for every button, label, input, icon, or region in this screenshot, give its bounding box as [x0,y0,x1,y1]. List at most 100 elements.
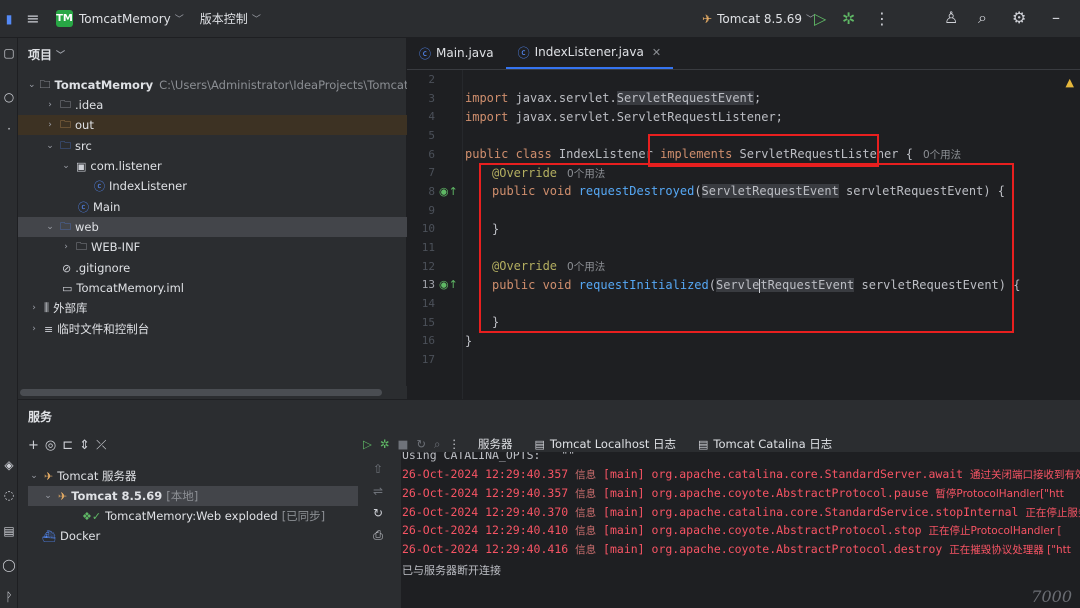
search-icon[interactable]: ⌕ [434,437,440,452]
tree-item-label: TomcatMemory.iml [76,281,184,295]
more-actions-icon[interactable]: ⋮ [874,9,890,28]
show-icon[interactable]: ◎ [45,438,62,453]
chevron-down-icon[interactable]: ⌄ [28,80,36,90]
chevron-down-icon[interactable]: ⌄ [44,222,56,232]
terminal-tool-icon[interactable]: ▤ [0,524,18,538]
tree-item-main[interactable]: ⓒ Main [18,197,407,217]
console-side-tools: ⇧ ⇌ ↻ ⎙ [368,462,388,550]
chevron-down-icon[interactable]: ⌄ [44,141,56,151]
line-number: 8 [428,185,435,198]
service-docker[interactable]: ⛴ Docker [28,526,358,546]
tab-indexlistener-java[interactable]: ⓒ IndexListener.java ✕ [505,37,674,69]
tree-item-src[interactable]: ⌄ 🗀 src [18,136,407,156]
stop-icon[interactable]: ■ [398,437,409,451]
tree-item-scratches[interactable]: › ≡ 临时文件和控制台 [18,319,407,339]
soft-wrap-icon[interactable]: ⇌ [368,484,388,506]
chevron-right-icon[interactable]: › [44,100,56,110]
scrollbar-thumb[interactable] [20,389,382,396]
more-tools-icon[interactable]: · [0,122,18,136]
annotation-box-methods [479,163,1014,333]
tree-item-label: WEB-INF [91,240,141,254]
project-panel-header[interactable]: 项目 ﹀ [18,38,406,70]
editor-tabs: ⓒ Main.java ⓒ IndexListener.java ✕ [407,38,1080,70]
service-tomcat-instance[interactable]: ⌄ ✈ Tomcat 8.5.69 [本地] [28,486,358,506]
group-icon[interactable]: ⊏ [62,438,79,453]
tree-item-iml[interactable]: ▭ TomcatMemory.iml [18,278,407,298]
chevron-right-icon[interactable]: › [28,303,40,313]
tree-item-label: TomcatMemory [54,78,154,92]
chevron-right-icon[interactable]: › [60,242,72,252]
run-tool-icon[interactable]: ◌ [0,488,18,502]
service-status: [已同步] [281,509,326,523]
run-icon[interactable]: ▷ [363,437,372,451]
chevron-down-icon[interactable]: ⌄ [60,161,72,171]
tree-item-package[interactable]: ⌄ ▣ com.listener [18,156,407,176]
project-name: TomcatMemory [79,11,171,26]
library-icon: ⫼ [44,301,50,314]
run-icon[interactable]: ▷ [814,9,826,28]
tab-localhost-log[interactable]: ▤ Tomcat Localhost 日志 [534,436,676,452]
rerun-icon[interactable]: ↻ [368,506,388,528]
console-output[interactable]: Using CATALINA_OPTS: "" 26-Oct-2024 12:2… [401,452,1080,608]
tomcat-icon: ✈ [702,11,713,26]
tree-item-webinf[interactable]: › 🗀 WEB-INF [18,237,407,257]
service-artifact[interactable]: ❖✓ TomcatMemory:Web exploded [已同步] [28,506,358,526]
tree-item-gitignore[interactable]: ⊘ .gitignore [18,258,407,278]
tree-item-label: com.listener [90,159,162,173]
service-tomcat-server[interactable]: ⌄ ✈ Tomcat 服务器 [28,466,358,486]
tab-server[interactable]: 服务器 [478,436,513,452]
tree-item-indexlistener[interactable]: ⓒ IndexListener [18,176,407,196]
project-switcher[interactable]: TM TomcatMemory ﹀ [56,0,184,37]
git-tool-icon[interactable]: ᚹ [0,590,18,604]
folder-icon: 🗀 [76,239,87,253]
chevron-down-icon: ﹀ [174,15,184,25]
implements-marker-icon[interactable]: ◉↑ [439,185,458,198]
add-service-icon[interactable]: + [28,438,45,453]
warning-icon[interactable]: ▲ [1066,76,1074,89]
chevron-right-icon[interactable]: › [28,324,40,334]
left-tool-stripe: ▢ ○ · ◈ ◌ ▤ ◯ ᚹ [0,38,18,608]
scratches-icon: ≡ [44,322,54,336]
tree-item-out[interactable]: › 🗀 out [18,115,407,135]
project-horizontal-scrollbar[interactable] [18,386,407,399]
update-icon[interactable]: ↻ [416,437,426,451]
tomcat-icon: ✈ [58,489,68,503]
close-icon[interactable]: ✕ [652,46,661,59]
commit-tool-icon[interactable]: ○ [0,90,18,104]
search-icon[interactable]: ⌕ [978,8,987,28]
tab-main-java[interactable]: ⓒ Main.java [407,37,506,69]
problems-tool-icon[interactable]: ◯ [0,558,18,572]
debug-icon[interactable]: ✲ [842,9,855,28]
tab-label: Main.java [436,46,494,60]
more-actions-icon[interactable]: ⋮ [448,437,460,451]
tree-item-web[interactable]: ⌄ 🗀 web [18,217,407,237]
tree-item-external-libs[interactable]: › ⫼ 外部库 [18,298,407,318]
service-label: TomcatMemory:Web exploded [105,509,278,523]
artifact-deployed-icon: ❖✓ [82,509,102,523]
code-editor[interactable]: ▲ 2 3 4 5 6 7 8 9 10 11 12 13 14 15 16 1… [407,70,1080,399]
scroll-up-icon[interactable]: ⇧ [368,462,388,484]
main-menu-icon[interactable]: ≡ [18,0,48,37]
settings-gear-icon[interactable]: ⚙ [1012,8,1026,27]
vcs-menu[interactable]: 版本控制 ﹀ [200,0,261,37]
line-number: 15 [421,316,435,329]
run-config-selector[interactable]: ✈ Tomcat 8.5.69 ﹀ [702,0,815,37]
implements-marker-icon[interactable]: ◉↑ [439,278,458,291]
minimize-icon[interactable]: – [1052,8,1060,27]
debug-icon[interactable]: ✲ [380,437,390,451]
print-icon[interactable]: ⎙ [368,528,388,550]
collapse-all-icon[interactable]: ⤫ [96,438,112,453]
chevron-right-icon[interactable]: › [44,120,56,130]
module-file-icon: ▭ [62,281,73,295]
project-tool-icon[interactable]: ▢ [0,46,18,60]
tree-item-idea[interactable]: › 🗀 .idea [18,95,407,115]
services-tool-icon[interactable]: ◈ [0,458,18,472]
line-number: 6 [428,148,435,161]
chevron-down-icon[interactable]: ⌄ [28,471,40,481]
tree-item-label: Main [93,200,121,214]
add-user-icon[interactable]: ♙ [944,8,958,27]
tree-item-root[interactable]: ⌄ 🗀 TomcatMemory C:\Users\Administrator\… [18,75,455,95]
chevron-down-icon[interactable]: ⌄ [42,491,54,501]
expand-all-icon[interactable]: ⇕ [79,438,96,453]
tab-catalina-log[interactable]: ▤ Tomcat Catalina 日志 [698,436,832,452]
